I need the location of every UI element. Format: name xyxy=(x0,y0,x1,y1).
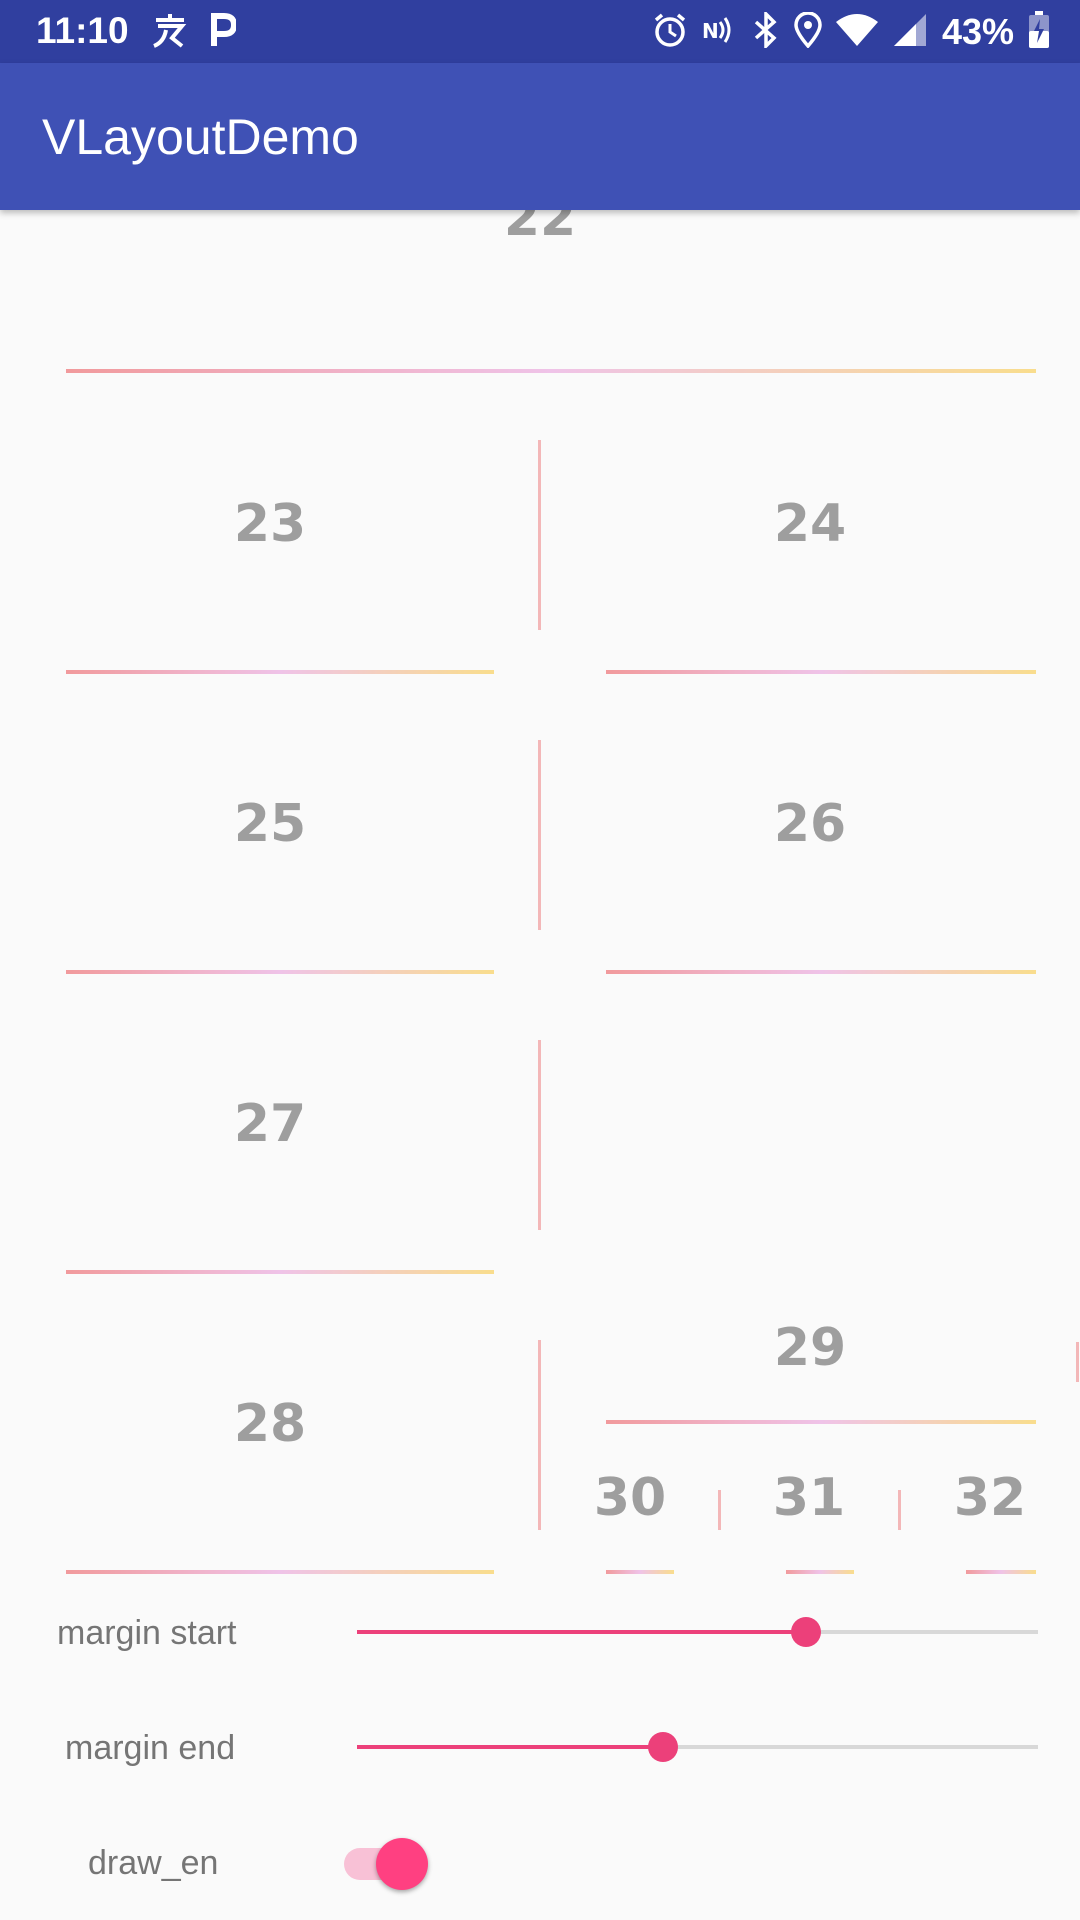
signal-icon xyxy=(892,12,928,52)
app-bar: VLayoutDemo xyxy=(0,63,1080,210)
divider xyxy=(538,1040,541,1230)
divider xyxy=(66,1570,494,1574)
parking-icon xyxy=(208,12,238,52)
grid-item-30[interactable]: 30 xyxy=(565,1468,695,1528)
divider xyxy=(898,1490,901,1530)
grid-item-25[interactable]: 25 xyxy=(170,794,370,854)
grid-item-22[interactable]: 22 xyxy=(440,210,640,248)
divider xyxy=(538,1340,541,1530)
divider xyxy=(66,1270,494,1274)
nfc-icon: N xyxy=(702,12,738,52)
grid-item-32[interactable]: 32 xyxy=(925,1468,1055,1528)
grid-item-26[interactable]: 26 xyxy=(710,794,910,854)
switch-thumb[interactable] xyxy=(376,1838,428,1890)
slider-fill xyxy=(357,1630,807,1634)
grid-item-23[interactable]: 23 xyxy=(170,494,370,554)
divider xyxy=(606,970,1036,974)
app-title: VLayoutDemo xyxy=(42,109,359,165)
svg-text:N: N xyxy=(702,19,719,43)
divider xyxy=(718,1490,721,1530)
divider xyxy=(606,670,1036,674)
location-icon xyxy=(794,11,822,52)
divider xyxy=(606,1570,674,1574)
slider-fill xyxy=(357,1745,664,1749)
margin-end-slider[interactable] xyxy=(357,1722,1038,1772)
margin-end-label: margin end xyxy=(65,1729,236,1767)
slider-thumb[interactable] xyxy=(791,1617,822,1647)
divider xyxy=(786,1570,854,1574)
divider xyxy=(66,670,494,674)
vlayout-recycler[interactable]: 22 23 24 25 26 27 28 29 30 31 32 xyxy=(0,210,1080,1920)
grid-item-29[interactable]: 29 xyxy=(710,1318,910,1378)
draw-en-label: draw_en xyxy=(88,1844,219,1882)
divider xyxy=(66,369,1036,373)
slider-thumb[interactable] xyxy=(648,1732,679,1762)
margin-start-slider[interactable] xyxy=(357,1607,1038,1657)
divider xyxy=(538,740,541,930)
margin-start-label: margin start xyxy=(57,1614,237,1652)
alarm-icon xyxy=(652,12,688,52)
wifi-icon xyxy=(835,12,878,52)
bluetooth-icon xyxy=(752,9,780,52)
grid-item-27[interactable]: 27 xyxy=(170,1094,370,1154)
grid-item-24[interactable]: 24 xyxy=(710,494,910,554)
grid-item-31[interactable]: 31 xyxy=(744,1468,874,1528)
draw-en-switch[interactable] xyxy=(344,1832,430,1896)
divider xyxy=(1076,1342,1079,1382)
battery-icon xyxy=(1028,11,1050,53)
battery-percent: 43% xyxy=(941,11,1014,52)
divider xyxy=(606,1420,1036,1424)
divider xyxy=(538,440,541,630)
grid-item-28[interactable]: 28 xyxy=(170,1394,370,1454)
divider xyxy=(966,1570,1036,1574)
status-bar: 11:10 N 43% xyxy=(0,0,1080,63)
alipay-icon xyxy=(150,12,190,52)
status-time: 11:10 xyxy=(36,10,129,51)
divider xyxy=(66,970,494,974)
